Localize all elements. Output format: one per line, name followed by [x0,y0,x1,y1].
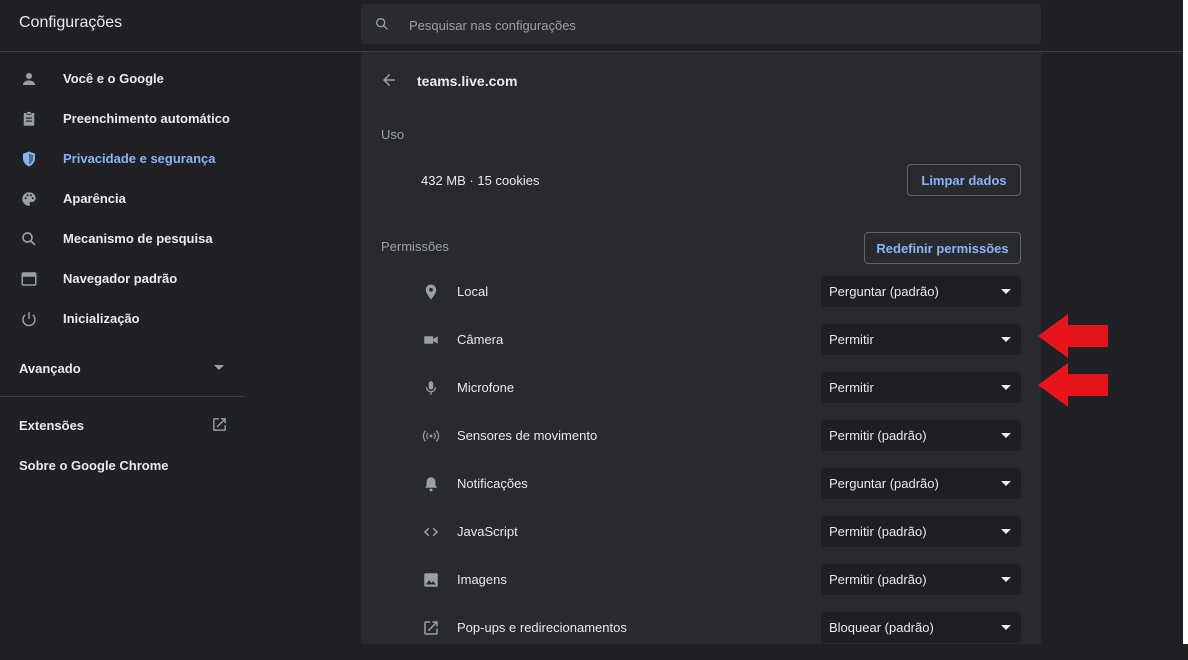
sidebar-extensions[interactable]: Extensões [19,418,84,433]
permission-row-camera: Câmera Permitir [361,324,1041,372]
permission-value: Permitir [829,332,874,347]
sidebar-item-mecanismo[interactable]: Mecanismo de pesquisa [0,219,245,259]
sidebar-item-privacidade[interactable]: Privacidade e segurança [0,139,245,179]
permission-label: Câmera [457,332,504,347]
sidebar-item-label: Mecanismo de pesquisa [63,231,213,246]
permission-row-javascript: JavaScript Permitir (padrão) [361,516,1041,564]
dropdown-caret-icon [1001,385,1011,390]
sidebar-item-label: Navegador padrão [63,271,178,286]
red-arrow-camera-icon [1038,314,1108,358]
permission-row-imagens: Imagens Permitir (padrão) [361,564,1041,612]
permission-row-microfone: Microfone Permitir [361,372,1041,420]
sidebar-item-label: Privacidade e segurança [63,151,216,166]
dropdown-caret-icon [1001,577,1011,582]
motion-sensor-icon [422,430,440,442]
image-icon [424,573,438,587]
sidebar-advanced[interactable]: Avançado [19,361,81,376]
sidebar-item-aparencia[interactable]: Aparência [0,179,245,219]
shield-icon [23,151,35,167]
permission-row-sensores: Sensores de movimento Permitir (padrão) [361,420,1041,468]
sidebar-item-label: Preenchimento automático [63,111,230,126]
sidebar-item-label: Inicialização [63,311,140,326]
microphone-icon [425,381,437,395]
clipboard-icon [23,111,35,126]
permission-select-javascript[interactable]: Permitir (padrão) [821,516,1021,547]
permission-label: JavaScript [457,524,518,539]
search-input[interactable] [407,14,1011,36]
search-box[interactable] [361,4,1041,44]
permission-value: Permitir (padrão) [829,572,927,587]
power-icon [22,312,36,327]
open-external-icon[interactable] [211,416,228,433]
usage-text: 432 MB · 15 cookies [421,173,540,188]
sidebar-divider [0,396,245,397]
sidebar-item-label: Você e o Google [63,71,164,86]
permission-value: Permitir (padrão) [829,524,927,539]
permission-label: Imagens [457,572,507,587]
site-name: teams.live.com [417,73,518,89]
top-bar: Configurações [0,0,1183,52]
permission-select-notificacoes[interactable]: Perguntar (padrão) [821,468,1021,499]
permission-row-notificacoes: Notificações Perguntar (padrão) [361,468,1041,516]
permission-select-imagens[interactable]: Permitir (padrão) [821,564,1021,595]
browser-window-icon [21,272,37,286]
red-arrow-microphone-icon [1038,363,1108,407]
permission-select-microfone[interactable]: Permitir [821,372,1021,403]
permission-select-popups[interactable]: Bloquear (padrão) [821,612,1021,643]
code-icon [423,527,439,537]
usage-heading: Uso [381,127,405,142]
back-arrow-icon[interactable] [380,71,398,89]
permission-select-sensores[interactable]: Permitir (padrão) [821,420,1021,451]
permission-value: Permitir [829,380,874,395]
permission-row-local: Local Perguntar (padrão) [361,276,1041,324]
dropdown-caret-icon [1001,337,1011,342]
sidebar-item-navegador-padrao[interactable]: Navegador padrão [0,259,245,299]
sidebar-about-chrome[interactable]: Sobre o Google Chrome [19,458,169,473]
reset-permissions-button[interactable]: Redefinir permissões [864,232,1021,264]
chevron-down-icon[interactable] [214,365,224,371]
search-icon [376,17,388,30]
camera-icon [424,336,438,344]
popup-icon [424,621,438,635]
dropdown-caret-icon [1001,625,1011,630]
permission-row-popups: Pop-ups e redirecionamentos Bloquear (pa… [361,612,1041,660]
permission-label: Sensores de movimento [457,428,598,443]
sidebar-item-preenchimento[interactable]: Preenchimento automático [0,99,245,139]
permission-value: Perguntar (padrão) [829,284,939,299]
permissions-heading: Permissões [381,239,449,254]
permission-value: Permitir (padrão) [829,428,927,443]
sidebar-item-label: Aparência [63,191,126,206]
permission-value: Bloquear (padrão) [829,620,934,635]
person-icon [23,73,35,85]
clear-data-button[interactable]: Limpar dados [907,164,1021,196]
sidebar-item-inicializacao[interactable]: Inicialização [0,299,245,339]
page-title: Configurações [19,14,123,31]
site-details-panel: teams.live.com Uso 432 MB · 15 cookies L… [361,52,1041,644]
search-icon [22,232,36,246]
sidebar-item-voce-e-o-google[interactable]: Você e o Google [0,59,245,99]
permission-value: Perguntar (padrão) [829,476,939,491]
permission-label: Microfone [457,380,515,395]
location-pin-icon [425,284,437,300]
bell-icon [425,477,437,492]
permission-select-local[interactable]: Perguntar (padrão) [821,276,1021,307]
permission-label: Pop-ups e redirecionamentos [457,620,627,635]
permission-label: Notificações [457,476,528,491]
dropdown-caret-icon [1001,529,1011,534]
dropdown-caret-icon [1001,289,1011,294]
sidebar: Você e o Google Preenchimento automático… [0,52,245,644]
permission-label: Local [457,284,489,299]
window-edge [1183,0,1188,644]
permission-select-camera[interactable]: Permitir [821,324,1021,355]
dropdown-caret-icon [1001,433,1011,438]
palette-icon [22,192,36,206]
dropdown-caret-icon [1001,481,1011,486]
